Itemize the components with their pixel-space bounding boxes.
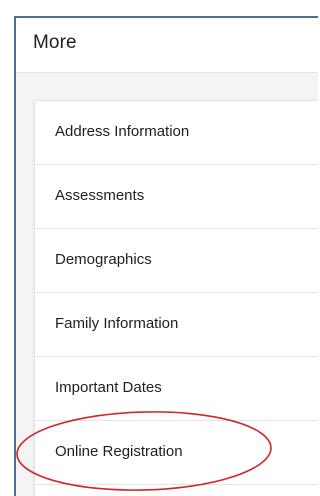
menu-item-label: Demographics [55,251,152,268]
menu-item-family-information[interactable]: Family Information [35,293,318,357]
page-header: More [16,18,318,73]
menu-item-label: Important Dates [55,379,162,396]
menu-item-label: Address Information [55,123,190,140]
page-title: More [33,32,77,53]
menu-item-online-registration[interactable]: Online Registration [35,421,318,485]
more-menu-list: Address Information Assessments Demograp… [34,100,318,496]
more-panel: More Address Information Assessments Dem… [14,16,318,496]
menu-item-assessments[interactable]: Assessments [35,165,318,229]
menu-item-label: Online Registration [55,443,183,460]
menu-item-address-information[interactable]: Address Information [35,101,318,165]
menu-item-label: Assessments [55,187,145,204]
menu-item-demographics[interactable]: Demographics [35,229,318,293]
menu-item-important-dates[interactable]: Important Dates [35,357,318,421]
menu-item-label: Family Information [55,315,179,332]
